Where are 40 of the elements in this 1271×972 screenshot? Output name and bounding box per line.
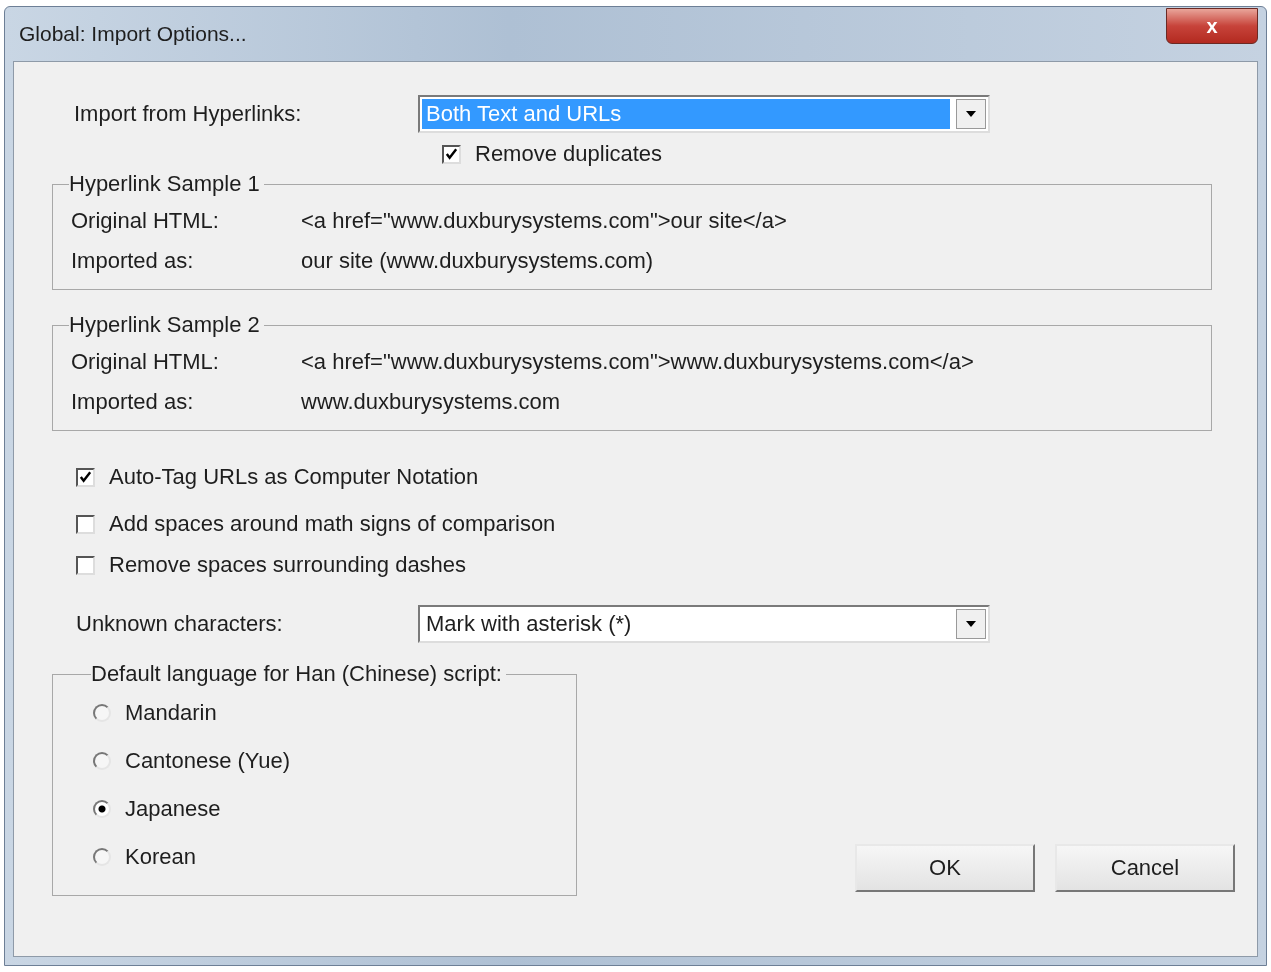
dropdown-arrow-button[interactable]: [956, 99, 986, 129]
dropdown-value: Both Text and URLs: [422, 99, 950, 129]
sample-label: Original HTML:: [71, 208, 220, 234]
group-box-title: Hyperlink Sample 1: [69, 171, 261, 197]
sample-value: our site (www.duxburysystems.com): [301, 248, 654, 274]
radio-button[interactable]: [93, 752, 111, 770]
sample-label: Imported as:: [71, 389, 195, 415]
sample-value: <a href="www.duxburysystems.com">www.duxburysystems.com</a>: [301, 349, 974, 375]
radio-button[interactable]: [93, 848, 111, 866]
checkbox-label: Remove spaces surrounding dashes: [109, 552, 467, 578]
checkbox[interactable]: [76, 555, 95, 575]
field-label: Unknown characters:: [75, 611, 284, 637]
caret-icon: [965, 110, 977, 118]
dropdown[interactable]: Mark with asterisk (*): [418, 605, 990, 643]
dropdown-arrow-button[interactable]: [956, 609, 986, 639]
radio-label: Mandarin: [125, 700, 217, 726]
dropdown-value: Mark with asterisk (*): [425, 610, 633, 638]
field-label: Import from Hyperlinks:: [73, 101, 303, 127]
sample-value: <a href="www.duxburysystems.com">our site</a>: [301, 208, 787, 234]
close-button[interactable]: x: [1166, 8, 1258, 44]
checkbox[interactable]: [76, 467, 95, 487]
checkbox-label: Remove duplicates: [475, 141, 663, 167]
cancel-button[interactable]: Cancel: [1055, 844, 1235, 892]
window-title: Global: Import Options...: [18, 22, 247, 46]
sample-value: www.duxburysystems.com: [301, 389, 561, 415]
radio-label: Korean: [125, 844, 196, 870]
radio-button[interactable]: [93, 704, 111, 722]
sample-label: Imported as:: [71, 248, 195, 274]
radio-label: Cantonese (Yue): [125, 748, 291, 774]
checkbox[interactable]: [442, 144, 461, 164]
checkbox-label: Add spaces around math signs of comparison: [109, 511, 556, 537]
radio-button[interactable]: [93, 800, 111, 818]
group-box-title: Default language for Han (Chinese) script:: [91, 661, 503, 687]
caret-icon: [965, 620, 977, 628]
sample-label: Original HTML:: [71, 349, 220, 375]
radio-label: Japanese: [125, 796, 221, 822]
group-box-title: Hyperlink Sample 2: [69, 312, 261, 338]
checkbox-label: Auto-Tag URLs as Computer Notation: [109, 464, 479, 490]
checkbox[interactable]: [76, 514, 95, 534]
ok-button[interactable]: OK: [855, 844, 1035, 892]
